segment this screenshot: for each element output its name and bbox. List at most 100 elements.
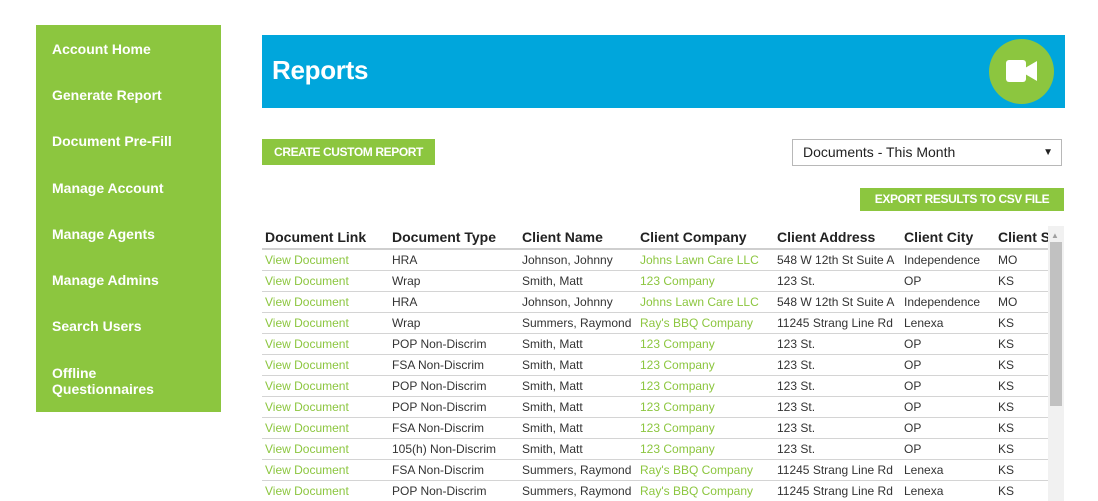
cell-client-company[interactable]: Johns Lawn Care LLC [637, 249, 774, 271]
video-camera-icon [1006, 60, 1037, 82]
cell-client-company[interactable]: Ray's BBQ Company [637, 459, 774, 481]
cell-document-type: HRA [389, 249, 519, 271]
cell-document-link[interactable]: View Document [262, 375, 389, 397]
report-filter-select[interactable]: Documents - This Month ▼ [792, 139, 1062, 166]
dropdown-arrow-icon: ▼ [1043, 147, 1053, 158]
cell-client-address: 11245 Strang Line Rd [774, 480, 901, 501]
table-row: View Document POP Non-Discrim Smith, Matt 1… [262, 333, 1062, 355]
table-row: View Document HRA Johnson, Johnny Johns Law… [262, 249, 1062, 271]
sidebar-item-manage-admins[interactable]: Manage Admins [52, 272, 159, 288]
report-filter-value: Documents - This Month [803, 144, 956, 160]
cell-client-name: Smith, Matt [519, 333, 637, 355]
cell-client-address: 11245 Strang Line Rd [774, 459, 901, 481]
sidebar-item-offline-questionnaires[interactable]: Offline Questionnaires [52, 365, 172, 397]
sidebar-item-search-users[interactable]: Search Users [52, 318, 142, 334]
cell-client-address: 123 St. [774, 438, 901, 460]
table-row: View Document FSA Non-Discrim Smith, Matt 1… [262, 354, 1062, 376]
table-scrollbar[interactable]: ▲ [1048, 226, 1064, 501]
cell-client-address: 123 St. [774, 417, 901, 439]
cell-document-link[interactable]: View Document [262, 480, 389, 501]
cell-client-city: OP [901, 396, 995, 418]
column-header-client-company[interactable]: Client Company [637, 226, 774, 250]
cell-document-link[interactable]: View Document [262, 438, 389, 460]
column-header-client-city[interactable]: Client City [901, 226, 995, 250]
cell-client-city: Lenexa [901, 480, 995, 501]
cell-document-type: FSA Non-Discrim [389, 354, 519, 376]
export-csv-button[interactable]: EXPORT RESULTS TO CSV FILE [860, 188, 1064, 211]
cell-document-link[interactable]: View Document [262, 291, 389, 313]
table-header-row: Document Link Document Type Client Name … [262, 226, 1062, 250]
cell-document-link[interactable]: View Document [262, 459, 389, 481]
table-row: View Document POP Non-Discrim Smith, Matt 1… [262, 396, 1062, 418]
table-row: View Document 105(h) Non-Discrim Smith, Ma… [262, 438, 1062, 460]
cell-document-type: HRA [389, 291, 519, 313]
cell-document-type: 105(h) Non-Discrim [389, 438, 519, 460]
column-header-document-type[interactable]: Document Type [389, 226, 519, 250]
cell-client-name: Summers, Raymond [519, 480, 637, 501]
report-table: Document Link Document Type Client Name … [262, 226, 1062, 501]
cell-client-name: Smith, Matt [519, 354, 637, 376]
cell-client-company[interactable]: 123 Company [637, 375, 774, 397]
cell-client-company[interactable]: 123 Company [637, 270, 774, 292]
cell-document-type: POP Non-Discrim [389, 480, 519, 501]
cell-document-link[interactable]: View Document [262, 417, 389, 439]
sidebar-item-manage-account[interactable]: Manage Account [52, 180, 164, 196]
column-header-document-link[interactable]: Document Link [262, 226, 389, 250]
create-custom-report-button[interactable]: CREATE CUSTOM REPORT [262, 139, 435, 165]
cell-document-type: POP Non-Discrim [389, 375, 519, 397]
sidebar-item-document-pre-fill[interactable]: Document Pre-Fill [52, 133, 172, 149]
cell-client-city: OP [901, 333, 995, 355]
cell-client-name: Summers, Raymond [519, 459, 637, 481]
cell-client-company[interactable]: 123 Company [637, 354, 774, 376]
cell-client-address: 123 St. [774, 396, 901, 418]
cell-client-city: OP [901, 417, 995, 439]
page-header: Reports [262, 35, 1065, 108]
cell-document-type: FSA Non-Discrim [389, 417, 519, 439]
cell-document-type: Wrap [389, 312, 519, 334]
report-table-container: Document Link Document Type Client Name … [262, 226, 1062, 501]
cell-client-address: 548 W 12th St Suite A [774, 291, 901, 313]
cell-document-link[interactable]: View Document [262, 396, 389, 418]
sidebar-item-manage-agents[interactable]: Manage Agents [52, 226, 155, 242]
sidebar-nav: Account Home Generate Report Document Pr… [36, 25, 221, 412]
cell-client-company[interactable]: Johns Lawn Care LLC [637, 291, 774, 313]
column-header-client-name[interactable]: Client Name [519, 226, 637, 250]
cell-client-address: 11245 Strang Line Rd [774, 312, 901, 334]
sidebar-item-account-home[interactable]: Account Home [52, 41, 151, 57]
cell-document-link[interactable]: View Document [262, 270, 389, 292]
cell-document-link[interactable]: View Document [262, 354, 389, 376]
cell-client-city: Lenexa [901, 459, 995, 481]
cell-client-city: OP [901, 354, 995, 376]
cell-client-company[interactable]: 123 Company [637, 417, 774, 439]
page-title: Reports [272, 55, 369, 85]
cell-client-company[interactable]: Ray's BBQ Company [637, 480, 774, 501]
cell-client-city: OP [901, 270, 995, 292]
cell-client-city: OP [901, 438, 995, 460]
column-header-client-address[interactable]: Client Address [774, 226, 901, 250]
cell-client-city: Independence [901, 249, 995, 271]
cell-client-city: OP [901, 375, 995, 397]
cell-client-company[interactable]: 123 Company [637, 438, 774, 460]
table-row: View Document HRA Johnson, Johnny Johns Law… [262, 291, 1062, 313]
scrollbar-thumb[interactable] [1050, 242, 1062, 406]
cell-client-company[interactable]: Ray's BBQ Company [637, 312, 774, 334]
cell-document-link[interactable]: View Document [262, 312, 389, 334]
cell-client-address: 123 St. [774, 333, 901, 355]
cell-client-company[interactable]: 123 Company [637, 396, 774, 418]
cell-document-type: FSA Non-Discrim [389, 459, 519, 481]
cell-client-name: Smith, Matt [519, 438, 637, 460]
cell-client-address: 123 St. [774, 354, 901, 376]
sidebar-item-generate-report[interactable]: Generate Report [52, 87, 162, 103]
cell-client-company[interactable]: 123 Company [637, 333, 774, 355]
cell-document-link[interactable]: View Document [262, 249, 389, 271]
cell-document-link[interactable]: View Document [262, 333, 389, 355]
scroll-up-arrow-icon[interactable]: ▲ [1051, 231, 1059, 240]
cell-document-type: POP Non-Discrim [389, 396, 519, 418]
cell-client-name: Smith, Matt [519, 417, 637, 439]
table-row: View Document Wrap Smith, Matt 123 Company 1… [262, 270, 1062, 292]
video-button[interactable] [989, 39, 1054, 104]
cell-client-city: Lenexa [901, 312, 995, 334]
table-row: View Document FSA Non-Discrim Smith, Matt 1… [262, 417, 1062, 439]
cell-client-name: Johnson, Johnny [519, 291, 637, 313]
cell-client-address: 123 St. [774, 375, 901, 397]
